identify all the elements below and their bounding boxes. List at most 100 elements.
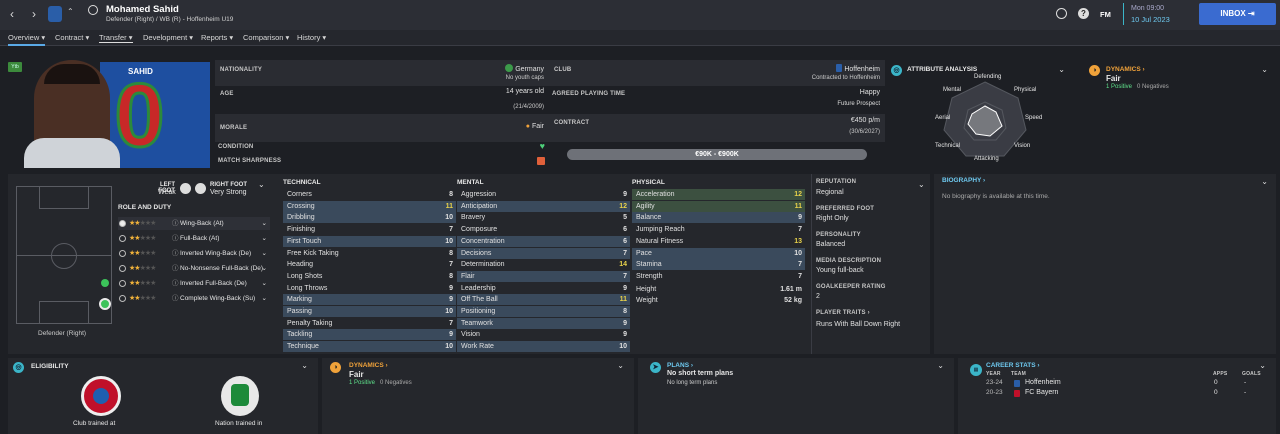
tab-comparison[interactable]: Comparison ▾ — [243, 33, 289, 42]
tab-overview[interactable]: Overview ▾ — [8, 33, 46, 46]
help-icon[interactable]: ? — [1078, 8, 1089, 19]
info-icon[interactable]: ⓘ — [172, 232, 179, 245]
role-row[interactable]: ★★★★★ ⓘ No-Nonsense Full-Back (De) ⌄ — [118, 262, 270, 275]
physical-attribute-row[interactable]: Balance 9 — [632, 212, 805, 224]
technical-attribute-row[interactable]: Corners 8 — [283, 189, 456, 200]
info-icon[interactable]: ⓘ — [172, 277, 179, 290]
role-row[interactable]: ★★★★★ ⓘ Wing-Back (At) ⌄ — [118, 217, 270, 230]
chevron-down-icon[interactable]: ⌄ — [937, 361, 944, 370]
info-icon[interactable]: ⓘ — [172, 247, 179, 260]
mental-attribute-row[interactable]: Off The Ball 11 — [457, 294, 630, 306]
info-icon[interactable]: ⓘ — [172, 292, 179, 305]
club-value[interactable]: Hoffenheim — [836, 64, 880, 73]
physical-attribute-row[interactable]: Natural Fitness 13 — [632, 236, 805, 247]
inbox-button[interactable]: INBOX ⇥ — [1199, 3, 1276, 25]
career-team[interactable]: Hoffenheim — [1025, 379, 1061, 386]
career-stats-title[interactable]: CAREER STATS › — [986, 362, 1040, 369]
chevron-down-icon[interactable]: ⌄ — [1058, 65, 1065, 74]
tab-history[interactable]: History ▾ — [297, 33, 326, 42]
physical-attribute-row[interactable]: Stamina 7 — [632, 259, 805, 271]
tab-development[interactable]: Development ▾ — [143, 33, 193, 42]
physical-attribute-row[interactable]: Strength 7 — [632, 271, 805, 282]
technical-attribute-row[interactable]: Long Shots 8 — [283, 271, 456, 282]
fm-menu-button[interactable]: FM — [1100, 10, 1111, 19]
chevron-down-icon[interactable]: ⌄ — [262, 217, 267, 230]
tab-reports[interactable]: Reports ▾ — [201, 33, 233, 42]
info-icon[interactable]: ⓘ — [172, 217, 179, 230]
technical-attribute-row[interactable]: Finishing 7 — [283, 224, 456, 235]
technical-attribute-row[interactable]: Marking 9 — [283, 294, 456, 306]
chevron-down-icon[interactable]: ⌄ — [918, 180, 925, 189]
tab-transfer[interactable]: Transfer ▾ — [99, 33, 133, 43]
role-radio-icon[interactable] — [119, 235, 126, 242]
plans-title[interactable]: PLANS › — [667, 362, 693, 369]
nationality-value[interactable]: Germany — [505, 64, 544, 73]
physical-attribute-row[interactable]: Jumping Reach 7 — [632, 224, 805, 235]
biography-title[interactable]: BIOGRAPHY › — [942, 177, 985, 184]
chevron-down-icon[interactable]: ⌄ — [1261, 65, 1268, 74]
mental-attribute-row[interactable]: Concentration 6 — [457, 235, 630, 247]
mental-attribute-row[interactable]: Vision 9 — [457, 329, 630, 340]
technical-attribute-row[interactable]: Long Throws 9 — [283, 283, 456, 294]
chevron-down-icon[interactable]: ⌄ — [262, 262, 267, 275]
dynamics-title[interactable]: DYNAMICS › — [1106, 66, 1145, 73]
mental-attribute-row[interactable]: Determination 14 — [457, 259, 630, 270]
technical-attribute-row[interactable]: Free Kick Taking 8 — [283, 248, 456, 259]
role-row[interactable]: ★★★★★ ⓘ Full-Back (At) ⌄ — [118, 232, 270, 245]
role-row[interactable]: ★★★★★ ⓘ Complete Wing-Back (Su) ⌄ — [118, 292, 270, 305]
mental-attribute-row[interactable]: Work Rate 10 — [457, 341, 630, 353]
forward-button[interactable]: › — [26, 6, 42, 22]
role-radio-icon[interactable] — [119, 265, 126, 272]
fc-bayern-crest-icon[interactable] — [81, 376, 121, 416]
chevron-down-icon[interactable]: ⌄ — [262, 232, 267, 245]
role-radio-icon[interactable] — [119, 295, 126, 302]
role-row[interactable]: ★★★★★ ⓘ Inverted Full-Back (De) ⌄ — [118, 277, 270, 290]
traits-label[interactable]: PLAYER TRAITS › — [816, 310, 870, 316]
date-display[interactable]: Mon 09:00 10 Jul 2023 — [1123, 3, 1193, 25]
chevron-down-icon[interactable]: ⌄ — [617, 361, 624, 370]
chevron-down-icon[interactable]: ⌄ — [258, 180, 265, 189]
chevron-down-icon[interactable]: ⌄ — [262, 277, 267, 290]
search-icon[interactable] — [88, 5, 98, 15]
technical-attribute-row[interactable]: Heading 7 — [283, 259, 456, 270]
tab-contract[interactable]: Contract ▾ — [55, 33, 89, 42]
club-dropdown-icon[interactable]: ⌃ — [67, 7, 74, 16]
mental-attribute-row[interactable]: Aggression 9 — [457, 189, 630, 200]
mental-attribute-row[interactable]: Flair 7 — [457, 270, 630, 282]
technical-attribute-row[interactable]: Penalty Taking 7 — [283, 318, 456, 329]
social-icon[interactable] — [1056, 8, 1067, 19]
transfer-value-bar[interactable]: €90K - €900K — [567, 149, 867, 160]
right-foot-value: Very Strong — [210, 189, 247, 196]
role-radio-icon[interactable] — [119, 220, 126, 227]
mental-attribute-row[interactable]: Teamwork 9 — [457, 317, 630, 329]
physical-attribute-row[interactable]: Acceleration 12 — [632, 189, 805, 200]
technical-attribute-row[interactable]: Tackling 9 — [283, 329, 456, 341]
physical-attribute-row[interactable]: Agility 11 — [632, 200, 805, 212]
career-team[interactable]: FC Bayern — [1025, 389, 1058, 396]
physical-attribute-row[interactable]: Pace 10 — [632, 247, 805, 259]
mental-attribute-row[interactable]: Leadership 9 — [457, 283, 630, 294]
technical-attribute-row[interactable]: Crossing 11 — [283, 200, 456, 212]
mental-attribute-row[interactable]: Composure 6 — [457, 224, 630, 235]
mental-attribute-row[interactable]: Decisions 7 — [457, 247, 630, 259]
technical-attribute-row[interactable]: Dribbling 10 — [283, 212, 456, 224]
dfb-crest-icon[interactable] — [221, 376, 259, 416]
mental-attribute-row[interactable]: Positioning 8 — [457, 306, 630, 317]
back-button[interactable]: ‹ — [4, 6, 20, 22]
role-radio-icon[interactable] — [119, 250, 126, 257]
technical-attribute-row[interactable]: Technique 10 — [283, 341, 456, 353]
dynamics-bottom-title[interactable]: DYNAMICS › — [349, 362, 388, 369]
chevron-down-icon[interactable]: ⌄ — [1259, 361, 1266, 370]
technical-attribute-row[interactable]: Passing 10 — [283, 306, 456, 317]
morale-value[interactable]: ● Fair — [526, 123, 544, 130]
chevron-down-icon[interactable]: ⌄ — [1261, 177, 1268, 186]
chevron-down-icon[interactable]: ⌄ — [301, 361, 308, 370]
role-row[interactable]: ★★★★★ ⓘ Inverted Wing-Back (De) ⌄ — [118, 247, 270, 260]
chevron-down-icon[interactable]: ⌄ — [262, 247, 267, 260]
chevron-down-icon[interactable]: ⌄ — [262, 292, 267, 305]
mental-attribute-row[interactable]: Anticipation 12 — [457, 200, 630, 212]
role-radio-icon[interactable] — [119, 280, 126, 287]
mental-attribute-row[interactable]: Bravery 5 — [457, 212, 630, 223]
info-icon[interactable]: ⓘ — [172, 262, 179, 275]
technical-attribute-row[interactable]: First Touch 10 — [283, 235, 456, 247]
